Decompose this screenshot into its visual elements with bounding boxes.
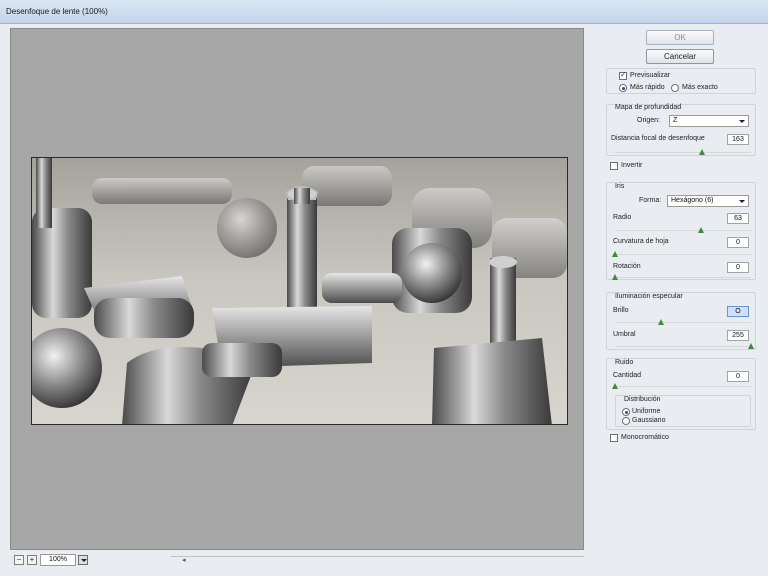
threshold-slider[interactable] (615, 343, 754, 349)
distribution-title: Distribución (624, 396, 661, 403)
zoom-menu-button[interactable] (78, 555, 88, 565)
radius-field[interactable]: 63 (727, 213, 749, 224)
monochromatic-label: Monocromático (621, 434, 669, 441)
invert-checkbox[interactable] (610, 162, 618, 170)
slider-knob[interactable] (658, 319, 665, 325)
preview-label: Previsualizar (630, 72, 671, 79)
brightness-label: Brillo (613, 307, 629, 314)
slider-knob[interactable] (699, 149, 706, 155)
faster-label: Más rápido (630, 84, 665, 91)
options-panel: OK Cancelar Previsualizar Más rápido Más… (604, 24, 762, 576)
source-label: Origen: (637, 117, 660, 124)
curvature-field[interactable]: 0 (727, 237, 749, 248)
focal-distance-label: Distancia focal de desenfoque (611, 135, 705, 142)
radius-label: Radio (613, 214, 632, 221)
zoom-in-button[interactable]: + (27, 555, 37, 565)
monochromatic-checkbox[interactable] (610, 434, 618, 442)
preview-group: Previsualizar Más rápido Más exacto (606, 68, 756, 94)
window-title: Desenfoque de lente (100%) (6, 7, 108, 16)
preview-checkbox[interactable] (619, 70, 627, 80)
slider-knob[interactable] (697, 227, 704, 233)
ok-button[interactable]: OK (646, 30, 714, 45)
dialog-body: − + 100% ◂ OK Cancelar Previsualizar Más… (0, 24, 768, 576)
rotation-field[interactable]: 0 (727, 262, 749, 273)
guitar-tuning-pegs-photo (32, 158, 567, 424)
specular-group: Iluminación especular Brillo O Umbral 25… (606, 292, 756, 350)
slider-knob[interactable] (612, 274, 618, 280)
preview-image[interactable] (31, 157, 568, 425)
gaussian-radio[interactable] (622, 417, 630, 425)
brightness-field[interactable]: O (727, 306, 749, 317)
horizontal-scrollbar[interactable]: ◂ (170, 556, 584, 565)
radius-slider[interactable] (615, 227, 751, 233)
title-bar: Desenfoque de lente (100%) (0, 0, 768, 24)
slider-knob[interactable] (748, 343, 754, 349)
iris-title: Iris (615, 183, 625, 190)
threshold-field[interactable]: 255 (727, 330, 749, 341)
zoom-out-button[interactable]: − (14, 555, 24, 565)
uniform-label: Uniforme (632, 408, 661, 415)
distribution-group: Distribución Uniforme Gaussiano (615, 395, 751, 427)
focal-distance-field[interactable]: 163 (727, 134, 749, 145)
shape-label: Forma: (639, 197, 662, 204)
specular-title: Iluminación especular (615, 293, 683, 300)
zoom-bar: − + 100% ◂ (10, 552, 584, 568)
threshold-label: Umbral (613, 331, 636, 338)
noise-group: Ruido Cantidad 0 Distribución Uniforme G… (606, 358, 756, 430)
curvature-slider[interactable] (612, 251, 751, 257)
faster-radio[interactable] (619, 84, 627, 92)
invert-label: Invertir (621, 162, 643, 169)
curvature-label: Curvatura de hoja (613, 238, 669, 245)
noise-title: Ruido (615, 359, 634, 366)
amount-field[interactable]: 0 (727, 371, 749, 382)
uniform-radio[interactable] (622, 408, 630, 416)
rotation-slider[interactable] (612, 274, 751, 280)
iris-group: Iris Forma: Hexágono (6) Radio 63 Curvat… (606, 182, 756, 280)
rotation-label: Rotación (613, 263, 641, 270)
gaussian-label: Gaussiano (632, 417, 666, 424)
zoom-level-field[interactable]: 100% (40, 554, 76, 566)
focal-distance-slider[interactable] (615, 149, 751, 155)
cancel-button[interactable]: Cancelar (646, 49, 714, 64)
brightness-slider[interactable] (615, 319, 751, 325)
amount-label: Cantidad (613, 372, 642, 379)
amount-slider[interactable] (612, 383, 751, 389)
shape-select[interactable]: Hexágono (6) (667, 195, 749, 207)
depth-map-title: Mapa de profundidad (615, 104, 682, 111)
depth-map-group: Mapa de profundidad Origen: Z Distancia … (606, 104, 756, 156)
slider-knob[interactable] (612, 251, 618, 257)
slider-knob[interactable] (612, 383, 618, 389)
preview-pane[interactable] (10, 28, 584, 550)
accurate-radio[interactable] (671, 84, 679, 92)
scroll-left-arrow-icon[interactable]: ◂ (182, 556, 186, 564)
source-select[interactable]: Z (669, 115, 749, 127)
accurate-label: Más exacto (682, 84, 718, 91)
